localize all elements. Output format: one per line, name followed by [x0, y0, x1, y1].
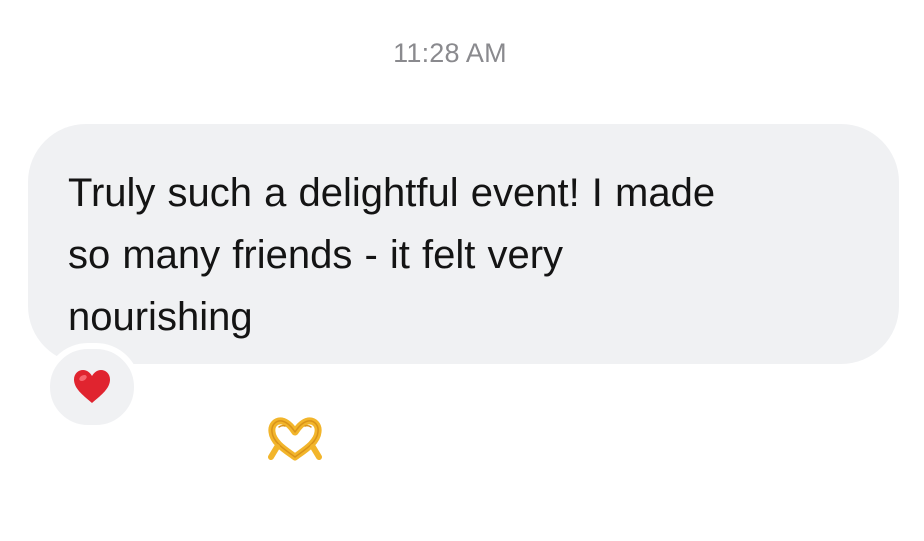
message-text: Truly such a delightful event! I made so… — [68, 162, 859, 461]
message-line-3: nourishing — [68, 295, 253, 339]
heart-hands-icon — [267, 293, 323, 461]
message-line-2: so many friends - it felt very — [68, 233, 564, 277]
message-line-1: Truly such a delightful event! I made — [68, 171, 716, 215]
message-bubble[interactable]: Truly such a delightful event! I made so… — [28, 124, 899, 461]
message-timestamp: 11:28 AM — [393, 38, 507, 68]
red-heart-icon — [74, 370, 110, 403]
reaction-badge[interactable] — [44, 343, 140, 431]
